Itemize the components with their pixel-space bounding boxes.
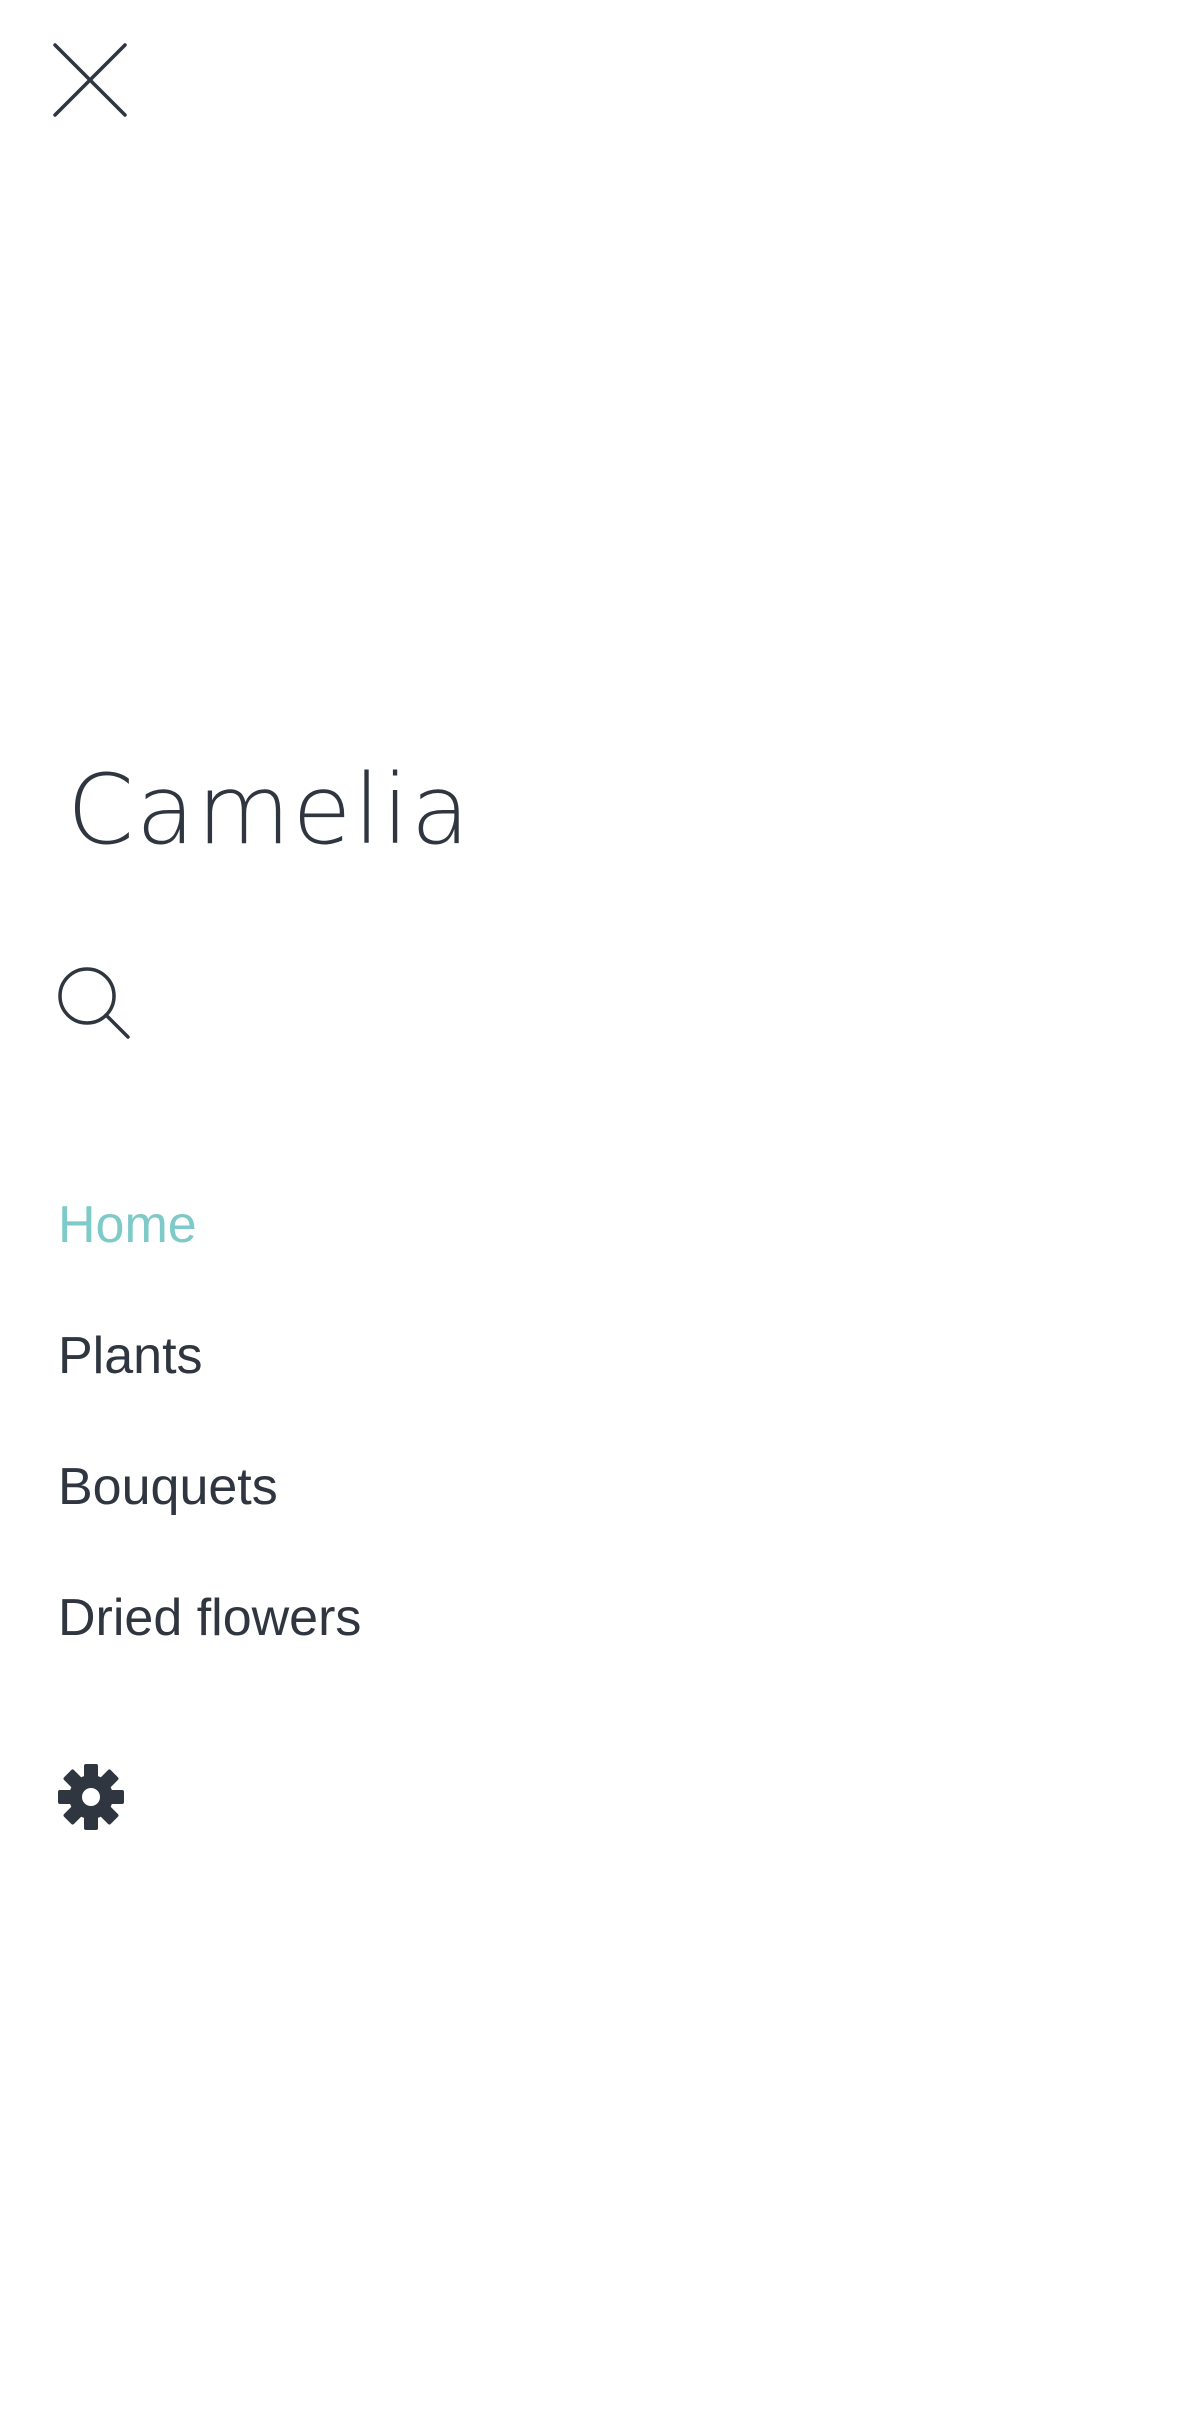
nav-item-bouquets[interactable]: Bouquets <box>58 1422 361 1553</box>
gear-icon <box>56 1762 126 1832</box>
brand-title: Camelia <box>67 754 472 866</box>
nav-item-home[interactable]: Home <box>58 1160 361 1291</box>
nav-item-plants[interactable]: Plants <box>58 1291 361 1422</box>
close-icon <box>50 40 130 120</box>
search-icon <box>56 965 136 1045</box>
nav-item-dried-flowers[interactable]: Dried flowers <box>58 1553 361 1684</box>
search-button[interactable] <box>56 965 136 1045</box>
nav-list: Home Plants Bouquets Dried flowers <box>58 1160 361 1684</box>
close-button[interactable] <box>50 40 130 120</box>
settings-button[interactable] <box>56 1762 126 1832</box>
